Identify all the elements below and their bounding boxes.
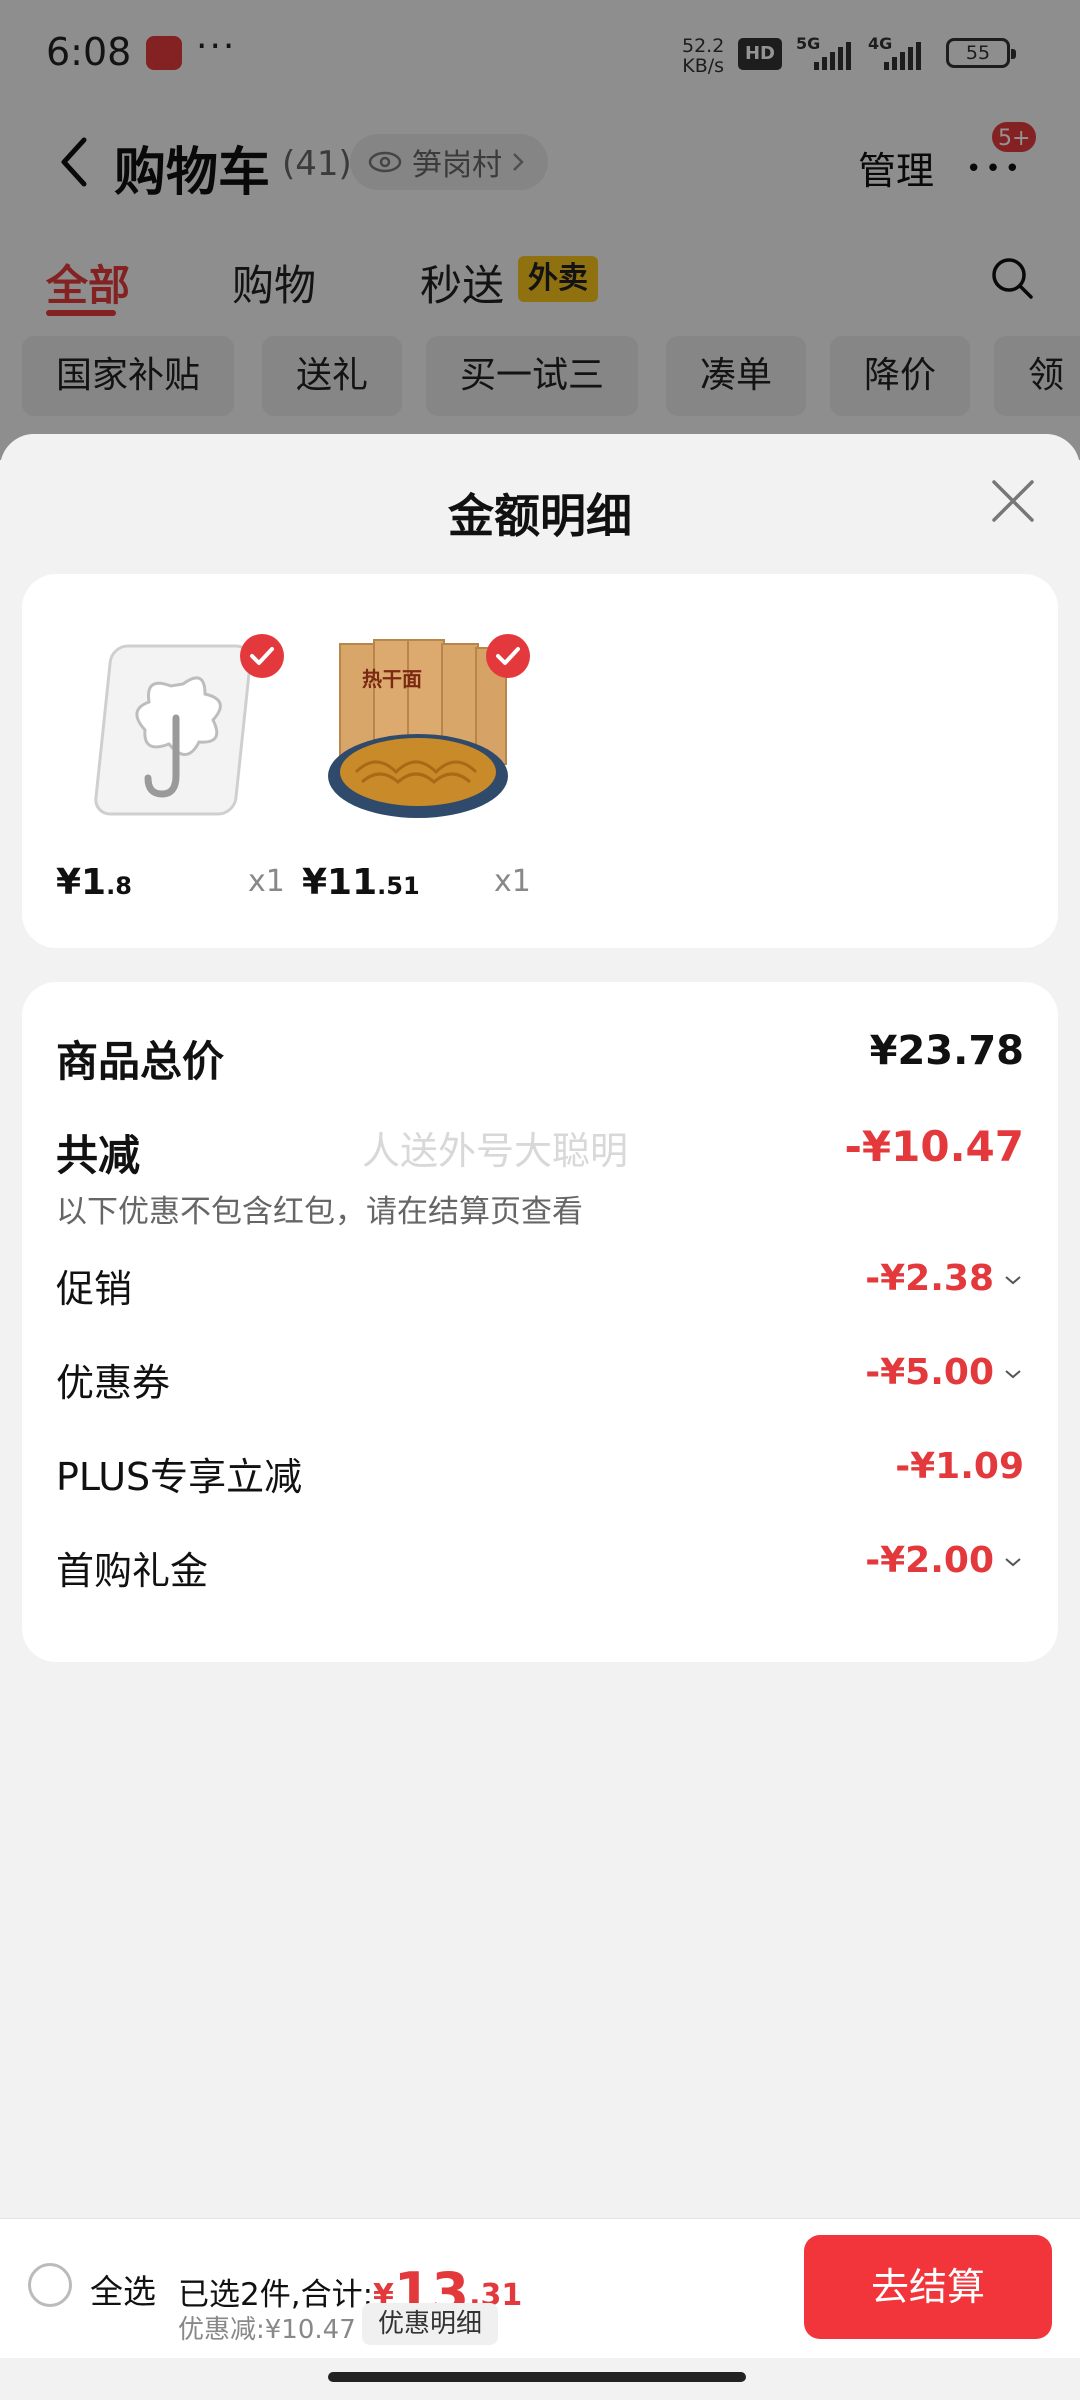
chevron-down-icon	[1005, 1276, 1021, 1285]
total-reduce-label: 共减	[56, 1131, 141, 1180]
home-indicator[interactable]	[328, 2372, 746, 2382]
chevron-down-icon	[1005, 1558, 1021, 1567]
checked-icon	[486, 634, 530, 678]
total-price-value: ¥23.78	[869, 1028, 1024, 1074]
product-price: ¥1.8	[56, 862, 132, 903]
amount-summary-card: 商品总价 ¥23.78 人送外号大聪明 共减 -¥10.47 以下优惠不包含红包…	[22, 982, 1058, 1662]
discount-detail-button[interactable]: 优惠明细	[362, 2303, 499, 2345]
plus-discount-label: PLUS专享立减	[56, 1455, 303, 1499]
sheet-title: 金额明细	[448, 489, 632, 543]
noodle-product-image: 热干面	[328, 639, 508, 818]
modal-overlay[interactable]	[0, 0, 1080, 460]
coupon-label: 优惠券	[56, 1361, 171, 1405]
product-quantity: x1	[248, 864, 285, 899]
first-purchase-gift-value[interactable]: -¥2.00	[865, 1540, 1022, 1581]
product-quantity: x1	[494, 864, 531, 899]
select-all-label[interactable]: 全选	[90, 2265, 156, 2313]
select-all-radio[interactable]	[28, 2263, 72, 2307]
product-item[interactable]: 热干面	[302, 626, 534, 826]
chevron-down-icon	[1005, 1370, 1021, 1379]
product-price: ¥11.51	[302, 862, 420, 903]
hook-product-image	[94, 644, 252, 816]
checked-icon	[240, 634, 284, 678]
promotion-value[interactable]: -¥2.38	[865, 1258, 1022, 1299]
total-price-label: 商品总价	[56, 1037, 225, 1086]
checkout-button[interactable]: 去结算	[804, 2235, 1052, 2339]
checkout-bar: 全选 已选2件,合计:¥13.31 优惠减:¥10.47 优惠明细 去结算	[0, 2218, 1080, 2358]
product-item[interactable]	[56, 626, 288, 826]
close-icon[interactable]	[990, 478, 1036, 524]
promotion-label: 促销	[56, 1267, 133, 1311]
discount-note: 以下优惠不包含红包，请在结算页查看	[56, 1194, 583, 1230]
amount-detail-sheet: 金额明细 ¥1.8 x1 热干面 ¥11.51 x1 商品总价 ¥23.78 人…	[0, 434, 1080, 2400]
selected-products-card: ¥1.8 x1 热干面 ¥11.51 x1	[22, 574, 1058, 948]
coupon-value[interactable]: -¥5.00	[865, 1352, 1022, 1393]
discount-amount: 优惠减:¥10.47	[178, 2315, 356, 2345]
plus-discount-value: -¥1.09	[895, 1446, 1024, 1487]
total-reduce-value: -¥10.47	[844, 1122, 1024, 1171]
watermark: 人送外号大聪明	[362, 1129, 629, 1173]
first-purchase-gift-label: 首购礼金	[56, 1549, 209, 1593]
package-text: 热干面	[362, 667, 422, 691]
